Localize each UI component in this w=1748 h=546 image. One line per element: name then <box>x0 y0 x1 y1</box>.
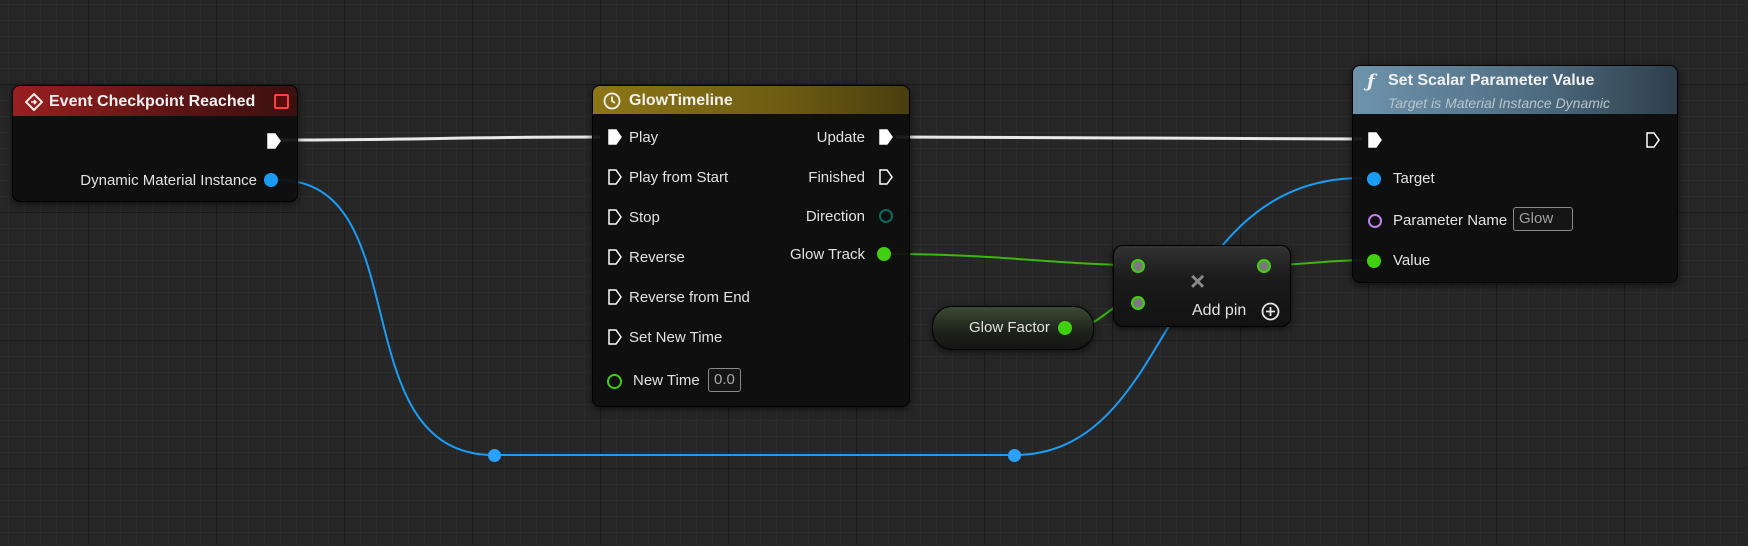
exec-in-pin-play-from-start[interactable] <box>607 168 623 186</box>
glow-timeline-node[interactable]: GlowTimeline Play Play from Start Stop R… <box>592 85 910 407</box>
parameter-name-field[interactable]: Glow <box>1513 207 1573 231</box>
object-out-pin[interactable] <box>264 173 278 187</box>
target-label: Target <box>1393 170 1435 187</box>
glow-factor-label: Glow Factor <box>969 319 1050 336</box>
new-time-label: New Time <box>633 372 700 389</box>
input-label-set-new-time: Set New Time <box>629 329 723 346</box>
float-in-pin-a[interactable] <box>1131 259 1145 273</box>
object-in-pin-target[interactable] <box>1367 172 1381 186</box>
exec-in-pin-reverse-from-end[interactable] <box>607 288 623 306</box>
clock-icon <box>603 92 621 110</box>
glow-factor-variable-node[interactable]: Glow Factor <box>932 306 1094 350</box>
exec-in-pin-reverse[interactable] <box>607 248 623 266</box>
function-f-icon: ƒ <box>1367 71 1375 92</box>
name-in-pin-parameter[interactable] <box>1368 214 1382 228</box>
output-label-glow-track: Glow Track <box>789 246 865 263</box>
exec-in-pin-play[interactable] <box>607 128 623 146</box>
exec-in-pin[interactable] <box>1367 131 1383 149</box>
multiply-node[interactable]: × Add pin <box>1113 245 1291 327</box>
multiply-symbol: × <box>1190 266 1206 296</box>
exec-in-pin-set-new-time[interactable] <box>607 328 623 346</box>
output-label-finished: Finished <box>808 169 865 186</box>
node-title: GlowTimeline <box>629 92 733 109</box>
float-out-pin-glow-track[interactable] <box>877 247 891 261</box>
input-label-reverse-from-end: Reverse from End <box>629 289 750 306</box>
output-label-direction: Direction <box>805 208 865 225</box>
reroute-knot[interactable] <box>488 449 501 462</box>
new-time-field[interactable]: 0.0 <box>708 368 741 392</box>
event-diamond-icon <box>25 93 43 111</box>
node-subtitle: Target is Material Instance Dynamic <box>1388 95 1611 111</box>
event-checkpoint-reached-node[interactable]: Event Checkpoint Reached Dynamic Materia… <box>12 85 298 202</box>
input-label-stop: Stop <box>629 209 660 226</box>
set-scalar-parameter-value-node[interactable]: ƒ Set Scalar Parameter Value Target is M… <box>1352 65 1678 283</box>
reroute-knot[interactable] <box>1008 449 1021 462</box>
delegate-pin-icon[interactable] <box>274 94 289 109</box>
enum-out-pin-direction[interactable] <box>879 209 893 223</box>
float-out-pin-glow-factor[interactable] <box>1058 321 1072 335</box>
node-header[interactable]: Event Checkpoint Reached <box>13 86 297 116</box>
float-wire-glowtrack-to-multiply[interactable] <box>889 253 1137 266</box>
input-label-play-from-start: Play from Start <box>629 169 729 186</box>
node-header[interactable]: ƒ Set Scalar Parameter Value Target is M… <box>1353 66 1677 114</box>
exec-out-pin-update[interactable] <box>878 128 894 146</box>
float-out-pin-result[interactable] <box>1257 259 1271 273</box>
exec-out-pin-finished[interactable] <box>878 168 894 186</box>
float-in-pin-new-time[interactable] <box>607 374 622 389</box>
node-title: Event Checkpoint Reached <box>49 93 256 110</box>
output-label-update: Update <box>816 129 865 146</box>
input-label-play: Play <box>629 129 659 146</box>
exec-in-pin-stop[interactable] <box>607 208 623 226</box>
dynamic-material-instance-label: Dynamic Material Instance <box>80 172 257 189</box>
exec-out-pin[interactable] <box>1645 131 1661 149</box>
parameter-name-label: Parameter Name <box>1393 212 1508 229</box>
value-label: Value <box>1393 252 1431 269</box>
float-in-pin-b[interactable] <box>1131 296 1145 310</box>
plus-circle-icon[interactable] <box>1261 302 1280 321</box>
exec-out-pin[interactable] <box>266 132 282 150</box>
exec-wire-update-to-set[interactable] <box>895 135 1363 141</box>
node-title: Set Scalar Parameter Value <box>1388 72 1595 89</box>
float-in-pin-value[interactable] <box>1367 254 1381 268</box>
exec-wire-event-to-play[interactable] <box>279 135 601 142</box>
add-pin-label[interactable]: Add pin <box>1192 302 1246 320</box>
node-header[interactable]: GlowTimeline <box>593 86 909 114</box>
input-label-reverse: Reverse <box>629 249 685 266</box>
